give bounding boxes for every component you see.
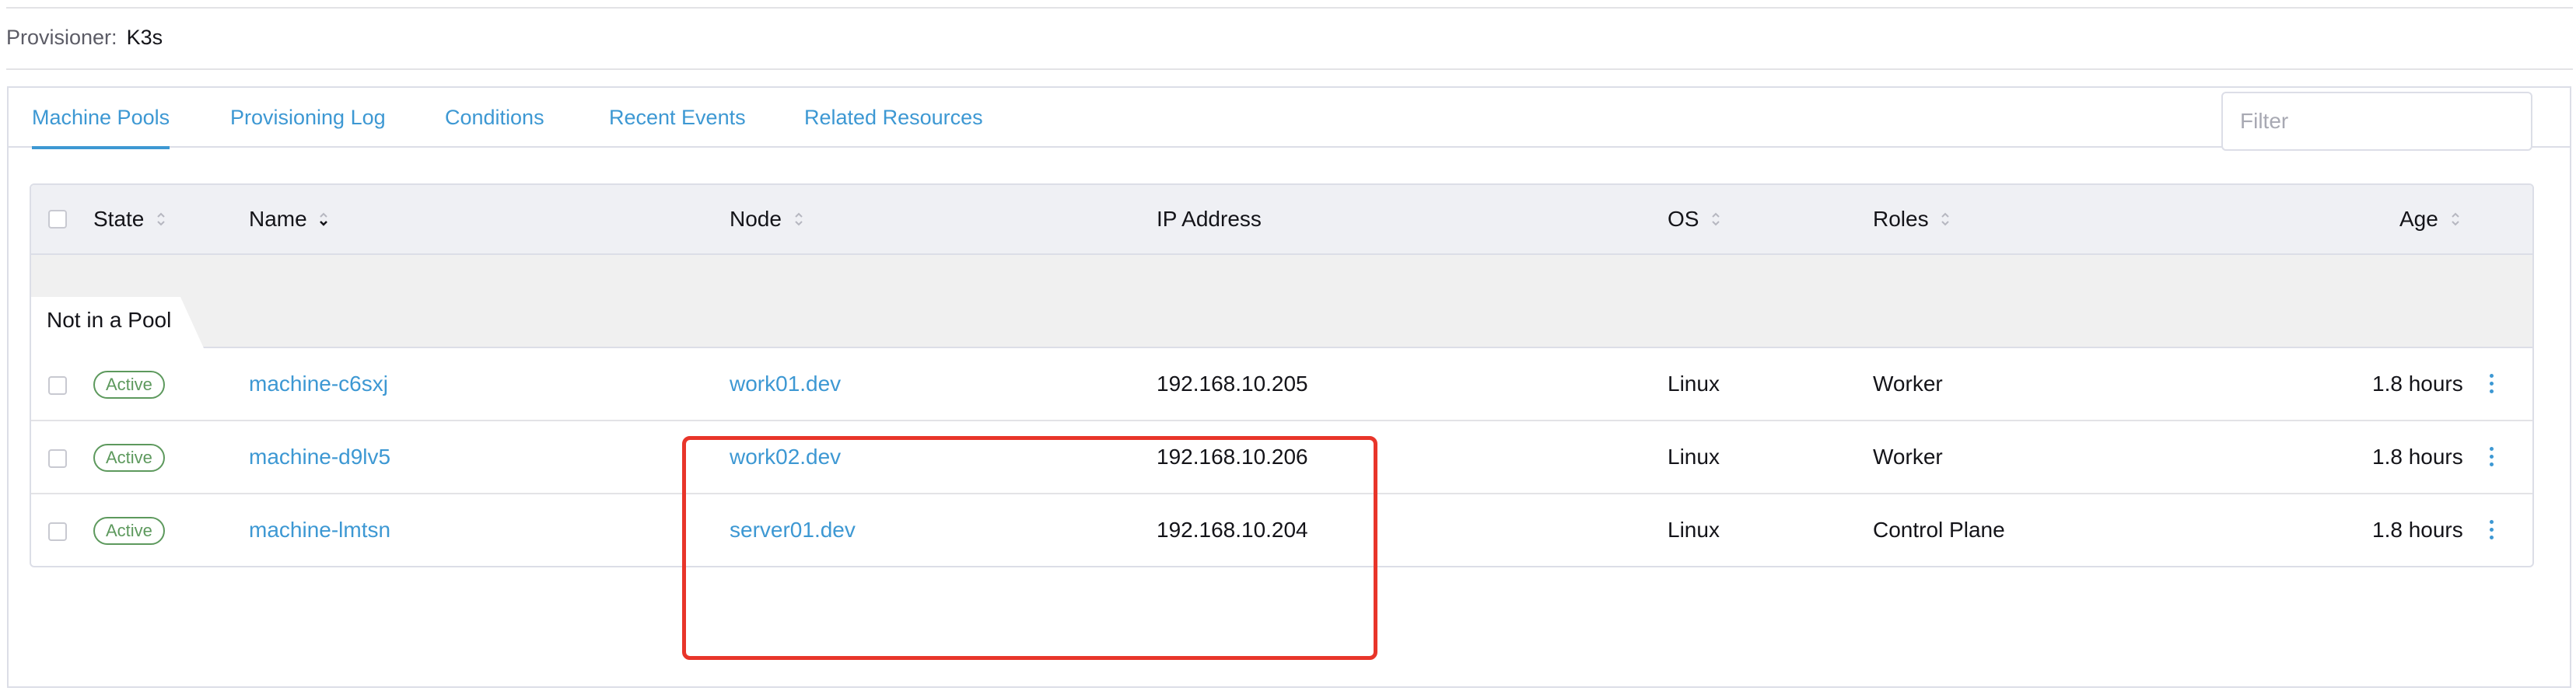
group-label: Not in a Pool <box>47 308 172 332</box>
machine-name-link[interactable]: machine-lmtsn <box>249 494 390 566</box>
tab-machine-pools[interactable]: Machine Pools <box>32 88 170 149</box>
table-row[interactable]: Active machine-c6sxj work01.dev 192.168.… <box>31 348 2532 421</box>
machine-name-link[interactable]: machine-d9lv5 <box>249 421 390 493</box>
kebab-menu-icon[interactable] <box>2482 518 2501 544</box>
age-value: 1.8 hours <box>2372 518 2463 542</box>
status-badge: Active <box>93 517 165 545</box>
roles-value: Worker <box>1873 445 1943 469</box>
os-value: Linux <box>1668 518 1720 542</box>
age-value: 1.8 hours <box>2372 445 2463 469</box>
column-name-label: Name <box>249 207 307 231</box>
tab-bar: Machine Pools Provisioning Log Condition… <box>9 88 2570 149</box>
roles-value: Control Plane <box>1873 518 2005 542</box>
roles-value: Worker <box>1873 372 1943 396</box>
sort-updown-icon <box>1712 212 1720 226</box>
column-node-label: Node <box>730 207 782 231</box>
tab-recent-events[interactable]: Recent Events <box>609 88 746 148</box>
column-os-label: OS <box>1668 207 1699 231</box>
column-age[interactable]: Age <box>2399 185 2460 253</box>
age-value: 1.8 hours <box>2372 372 2463 396</box>
column-roles[interactable]: Roles <box>1873 185 1950 253</box>
node-link[interactable]: server01.dev <box>730 494 856 566</box>
sort-down-icon <box>320 212 328 226</box>
column-ip-address: IP Address <box>1157 185 1262 253</box>
section-divider <box>6 68 2573 70</box>
filter-input[interactable] <box>2221 92 2532 151</box>
table-header: State Name Node IP Address OS Roles Age <box>31 185 2532 255</box>
sort-updown-icon <box>795 212 803 226</box>
machine-name-link[interactable]: machine-c6sxj <box>249 348 388 420</box>
kebab-menu-icon[interactable] <box>2482 372 2501 398</box>
row-checkbox[interactable] <box>48 522 67 541</box>
row-checkbox[interactable] <box>48 449 67 468</box>
column-age-label: Age <box>2399 207 2438 231</box>
column-state[interactable]: State <box>93 185 166 253</box>
table-row[interactable]: Active machine-lmtsn server01.dev 192.16… <box>31 494 2532 566</box>
row-checkbox[interactable] <box>48 376 67 395</box>
kebab-menu-icon[interactable] <box>2482 445 2501 471</box>
tab-conditions[interactable]: Conditions <box>445 88 544 148</box>
sort-updown-icon <box>1941 212 1950 226</box>
tab-provisioning-log[interactable]: Provisioning Log <box>230 88 386 148</box>
column-name[interactable]: Name <box>249 185 328 253</box>
column-roles-label: Roles <box>1873 207 1929 231</box>
node-link[interactable]: work01.dev <box>730 348 841 420</box>
os-value: Linux <box>1668 445 1720 469</box>
provisioner-label: Provisioner: <box>6 26 117 49</box>
top-divider <box>6 7 2573 9</box>
node-link[interactable]: work02.dev <box>730 421 841 493</box>
sort-updown-icon <box>2451 212 2459 226</box>
column-ip-label: IP Address <box>1157 207 1262 231</box>
sort-updown-icon <box>157 212 165 226</box>
group-tab: Not in a Pool <box>31 297 204 348</box>
ip-address: 192.168.10.206 <box>1157 445 1308 469</box>
table-row[interactable]: Active machine-d9lv5 work02.dev 192.168.… <box>31 421 2532 494</box>
machines-table: State Name Node IP Address OS Roles Age <box>30 183 2534 567</box>
tab-related-resources[interactable]: Related Resources <box>804 88 983 148</box>
status-badge: Active <box>93 371 165 399</box>
column-os[interactable]: OS <box>1668 185 1720 253</box>
os-value: Linux <box>1668 372 1720 396</box>
select-all-checkbox[interactable] <box>48 210 67 229</box>
status-badge: Active <box>93 444 165 472</box>
provisioner-info: Provisioner: K3s <box>6 23 163 51</box>
column-node[interactable]: Node <box>730 185 803 253</box>
ip-address: 192.168.10.205 <box>1157 372 1308 396</box>
ip-address: 192.168.10.204 <box>1157 518 1308 542</box>
group-row: Not in a Pool <box>31 255 2532 348</box>
column-state-label: State <box>93 207 145 231</box>
provisioner-value: K3s <box>126 26 163 49</box>
